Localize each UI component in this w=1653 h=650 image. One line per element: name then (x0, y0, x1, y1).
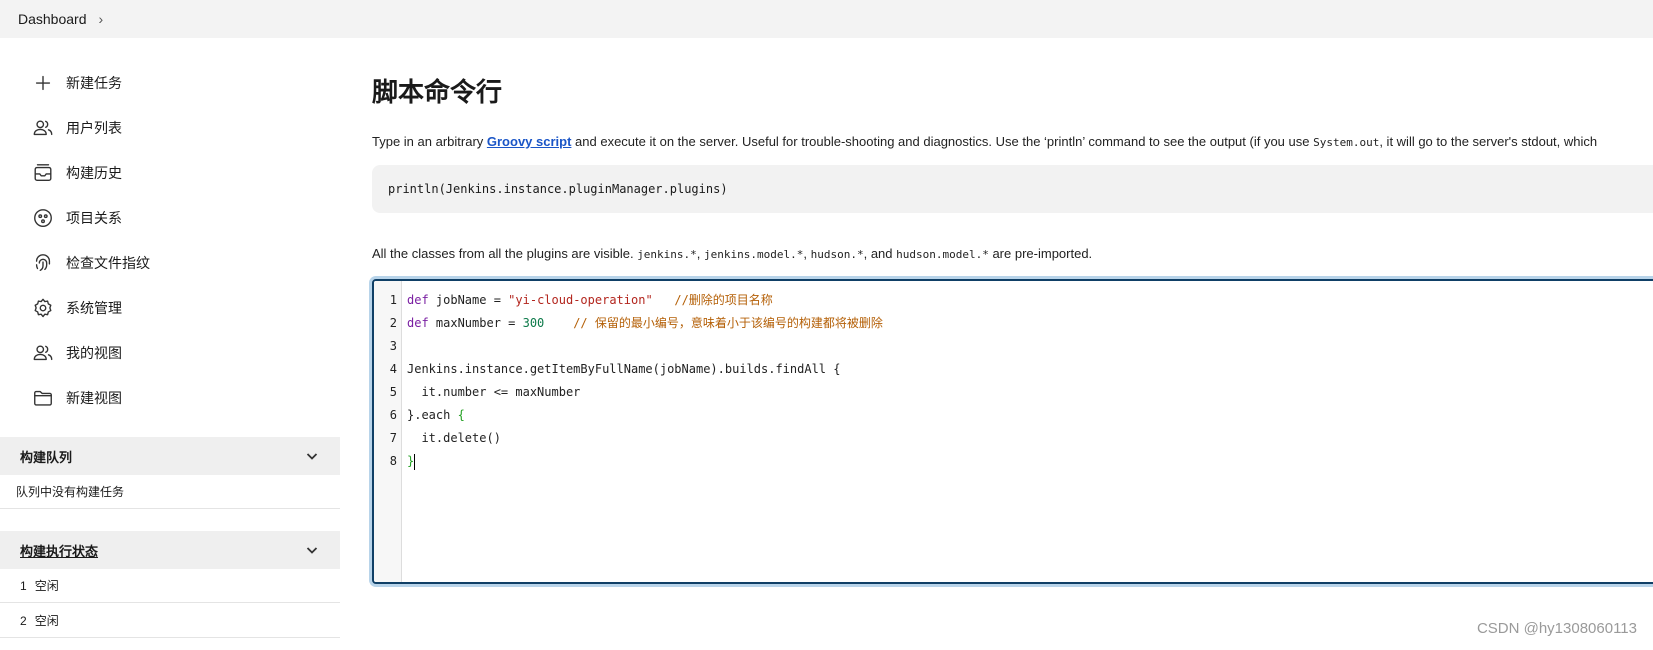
sidebar-item-label: 构建历史 (66, 164, 122, 181)
imports-text: All the classes from all the plugins are… (372, 246, 638, 261)
sidebar-item-build-history[interactable]: 构建历史 (0, 150, 340, 195)
history-icon (32, 162, 54, 184)
code-line: def jobName = "yi-cloud-operation" //删除的… (407, 289, 883, 312)
code-string: "yi-cloud-operation" (508, 293, 653, 307)
import-jenkins: jenkins.* (637, 248, 697, 261)
code-keyword: def (407, 293, 429, 307)
imports-sep: , (696, 246, 705, 261)
code-line: it.delete() (407, 431, 501, 445)
executors-header[interactable]: 构建执行状态 (0, 531, 340, 569)
users-icon (32, 117, 54, 139)
sidebar-item-fingerprint[interactable]: 检查文件指纹 (0, 240, 340, 285)
text-cursor (414, 453, 416, 470)
sidebar-item-label: 新建视图 (66, 389, 122, 406)
code-comment: //删除的项目名称 (652, 293, 773, 307)
imports-note: All the classes from all the plugins are… (372, 246, 1092, 261)
code-text: jobName = (428, 293, 509, 307)
desc-code: System.out (1313, 136, 1380, 149)
code-keyword: def (407, 316, 429, 330)
script-editor[interactable]: 1 2 3 4 5 6 7 8 def jobName = "yi-cloud-… (372, 279, 1653, 584)
line-number-gutter: 1 2 3 4 5 6 7 8 (374, 281, 402, 582)
chevron-down-icon[interactable] (304, 448, 320, 464)
code-area[interactable]: def jobName = "yi-cloud-operation" //删除的… (402, 281, 883, 582)
breadcrumb-bar: Dashboard › (0, 0, 1653, 38)
example-code: println(Jenkins.instance.pluginManager.p… (388, 182, 728, 196)
line-number: 7 (389, 431, 397, 445)
sidebar: 新建任务 用户列表 构建历史 项目关系 检查文件指纹 系统管理 我的视图 新建视… (0, 38, 340, 650)
executors-title[interactable]: 构建执行状态 (20, 541, 98, 560)
groovy-script-link[interactable]: Groovy script (487, 134, 572, 149)
page-title: 脚本命令行 (372, 77, 503, 107)
executor-number: 1 (20, 578, 27, 593)
line-number: 8 (389, 454, 397, 468)
sidebar-item-my-views[interactable]: 我的视图 (0, 330, 340, 375)
executor-status: 空闲 (34, 614, 59, 628)
code-brace: { (457, 408, 465, 422)
plus-icon (32, 72, 54, 94)
build-queue-empty: 队列中没有构建任务 (0, 475, 340, 509)
build-queue-empty-text: 队列中没有构建任务 (16, 485, 125, 499)
executor-row: 1 空闲 (0, 569, 340, 603)
main-content: 脚本命令行 Type in an arbitrary Groovy script… (372, 38, 1653, 650)
fingerprint-icon (32, 252, 54, 274)
build-queue-title: 构建队列 (20, 449, 73, 465)
import-jenkins-model: jenkins.model.* (704, 248, 804, 261)
imports-text: are pre-imported. (988, 246, 1093, 261)
code-line: } (407, 450, 883, 473)
code-line: def maxNumber = 300 // 保留的最小编号，意味着小于该编号的… (407, 312, 883, 335)
sidebar-item-label: 检查文件指纹 (66, 254, 150, 271)
sidebar-item-manage[interactable]: 系统管理 (0, 285, 340, 330)
line-number: 4 (389, 362, 397, 376)
imports-sep: , and (863, 246, 897, 261)
line-number: 6 (389, 408, 397, 422)
sidebar-item-label: 项目关系 (66, 209, 122, 226)
code-line: }.each { (407, 404, 883, 427)
page-description: Type in an arbitrary Groovy script and e… (372, 134, 1597, 149)
line-number: 1 (389, 293, 397, 307)
executor-number: 2 (20, 613, 27, 628)
desc-text: , it will go to the server's stdout, whi… (1379, 134, 1598, 149)
chevron-right-icon[interactable]: › (99, 11, 104, 27)
code-line: Jenkins.instance.getItemByFullName(jobNa… (407, 362, 841, 376)
desc-text: and execute it on the server. Useful for… (571, 134, 1314, 149)
relationship-icon (32, 207, 54, 229)
sidebar-item-project-relationship[interactable]: 项目关系 (0, 195, 340, 240)
line-number: 5 (389, 385, 397, 399)
executor-row: 2 空闲 (0, 604, 340, 638)
desc-text: Type in an arbitrary (372, 134, 487, 149)
chevron-down-icon[interactable] (304, 542, 320, 558)
build-queue-header[interactable]: 构建队列 (0, 437, 340, 475)
sidebar-nav: 新建任务 用户列表 构建历史 项目关系 检查文件指纹 系统管理 我的视图 新建视… (0, 60, 340, 420)
import-hudson-model: hudson.model.* (896, 248, 989, 261)
code-brace: } (407, 454, 415, 468)
sidebar-item-label: 我的视图 (66, 344, 122, 361)
sidebar-item-label: 系统管理 (66, 299, 122, 316)
sidebar-item-label: 新建任务 (66, 74, 122, 91)
sidebar-item-new-job[interactable]: 新建任务 (0, 60, 340, 105)
line-number: 3 (389, 339, 397, 353)
code-comment: // 保留的最小编号，意味着小于该编号的构建都将被删除 (544, 316, 883, 330)
code-text: }.each (407, 408, 458, 422)
imports-sep: , (803, 246, 811, 261)
code-number: 300 (522, 316, 545, 330)
sidebar-item-new-view[interactable]: 新建视图 (0, 375, 340, 420)
gear-icon (32, 297, 54, 319)
code-line: it.number <= maxNumber (407, 385, 581, 399)
breadcrumb-dashboard[interactable]: Dashboard (18, 11, 87, 27)
line-number: 2 (389, 316, 397, 330)
sidebar-item-label: 用户列表 (66, 119, 122, 136)
executor-status: 空闲 (34, 579, 59, 593)
users-icon (32, 342, 54, 364)
folder-icon (32, 387, 54, 409)
sidebar-item-users[interactable]: 用户列表 (0, 105, 340, 150)
example-code-block: println(Jenkins.instance.pluginManager.p… (372, 165, 1653, 213)
watermark: CSDN @hy1308060113 (1476, 620, 1637, 637)
import-hudson: hudson.* (810, 248, 864, 261)
code-text: maxNumber = (428, 316, 523, 330)
